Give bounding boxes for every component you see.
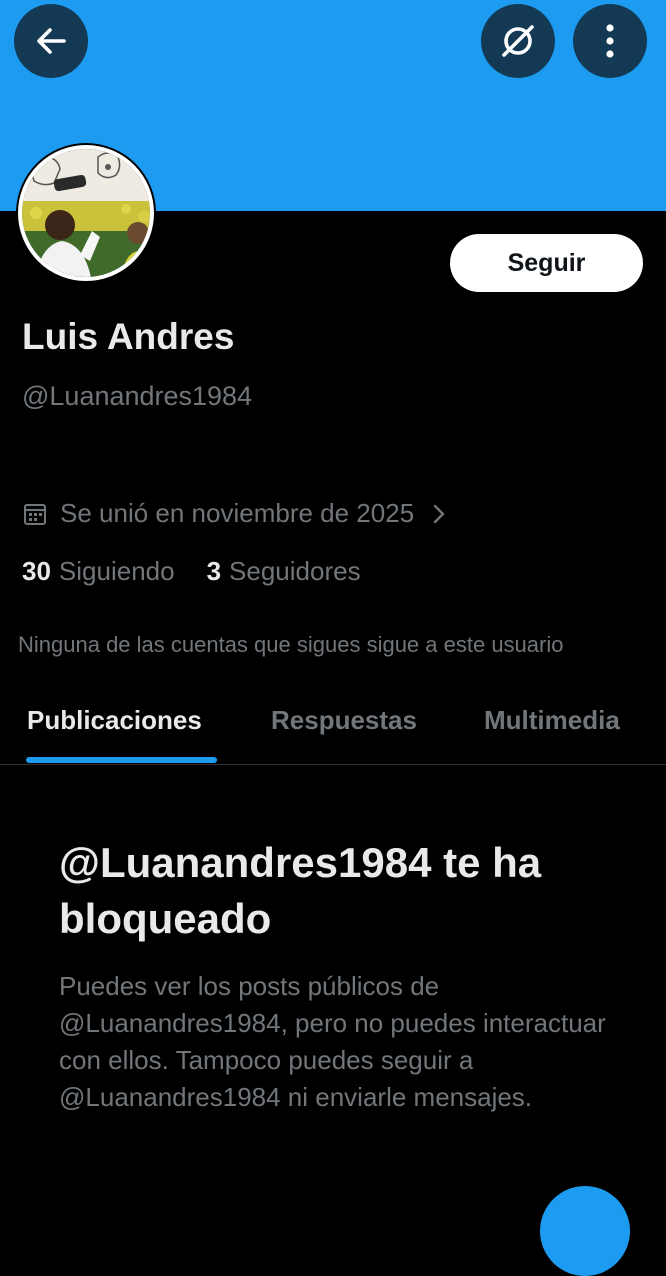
vertical-dots-icon [606,24,614,58]
more-options-button[interactable] [573,4,647,78]
back-button[interactable] [14,4,88,78]
following-link[interactable]: 30 Siguiendo [22,556,175,587]
followers-link[interactable]: 3 Seguidores [207,556,361,587]
tab-multimedia[interactable]: Multimedia [484,705,620,736]
follow-button[interactable]: Seguir [450,234,643,292]
tabs-divider [0,764,666,765]
tab-respuestas[interactable]: Respuestas [271,705,417,736]
follow-counts: 30 Siguiendo 3 Seguidores [22,556,361,587]
calendar-icon [24,503,46,525]
active-tab-indicator [26,757,217,763]
profile-name: Luis Andres [22,316,235,357]
join-date[interactable]: Se unió en noviembre de 2025 [22,498,446,529]
join-date-text: Se unió en noviembre de 2025 [60,498,415,528]
chevron-right-icon [433,504,445,523]
mutual-followers-note: Ninguna de las cuentas que sigues sigue … [18,632,564,657]
followers-label: Seguidores [229,556,361,586]
slashed-circle-icon [502,25,534,57]
profile-handle: @Luanandres1984 [22,381,253,411]
blocked-title: @Luanandres1984 te ha bloqueado [59,839,542,942]
grok-button[interactable] [481,4,555,78]
tab-publicaciones[interactable]: Publicaciones [27,705,202,736]
followers-count: 3 [206,556,222,586]
blocked-description: Puedes ver los posts públicos de @Luanan… [59,971,606,1112]
following-count: 30 [22,556,51,586]
avatar[interactable] [16,143,156,283]
avatar-image [18,145,154,281]
arrow-left-icon [37,28,66,54]
following-label: Siguiendo [58,556,175,586]
